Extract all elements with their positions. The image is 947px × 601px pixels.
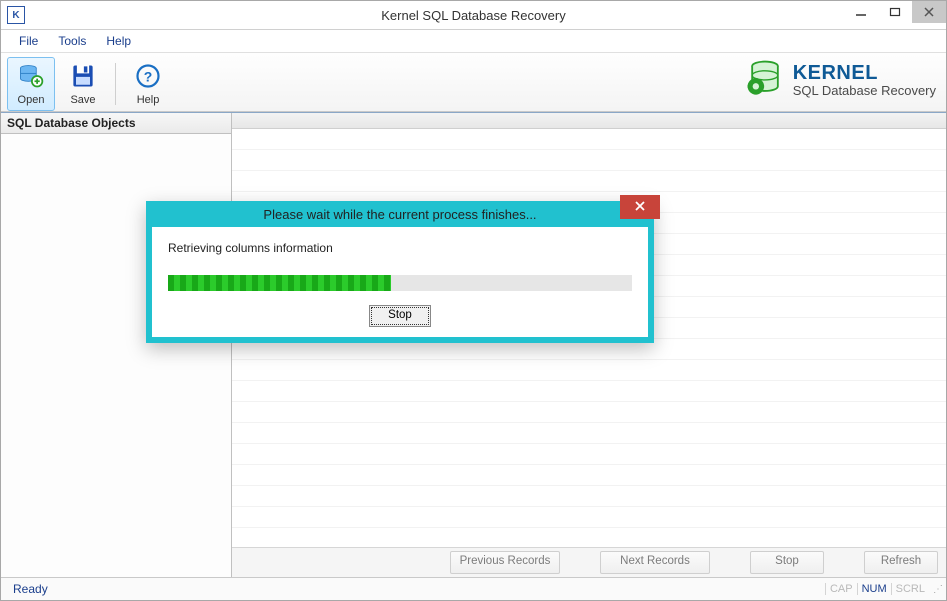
progress-fill (168, 275, 391, 291)
open-button[interactable]: Open (7, 57, 55, 111)
scroll-lock-indicator: SCRL (891, 583, 929, 595)
status-bar: Ready CAP NUM SCRL ⋰ (1, 577, 946, 600)
caps-lock-indicator: CAP (825, 583, 857, 595)
sidebar: SQL Database Objects (1, 113, 232, 577)
app-window: K Kernel SQL Database Recovery File Tool… (0, 0, 947, 601)
database-open-icon (16, 62, 46, 93)
save-button[interactable]: Save (59, 57, 107, 111)
menu-help[interactable]: Help (98, 32, 139, 50)
brand-title: KERNEL (793, 63, 936, 84)
dialog-button-row: Stop (168, 305, 632, 327)
status-text: Ready (5, 582, 48, 596)
previous-records-button[interactable]: Previous Records (450, 551, 560, 574)
minimize-button[interactable] (844, 1, 878, 23)
toolbar-group: Open Save ? (1, 52, 178, 113)
next-records-button[interactable]: Next Records (600, 551, 710, 574)
menu-tools[interactable]: Tools (50, 32, 94, 50)
stop-button[interactable]: Stop (750, 551, 824, 574)
window-controls (844, 1, 946, 23)
num-lock-indicator: NUM (857, 583, 891, 595)
app-icon: K (7, 6, 25, 24)
help-label: Help (137, 94, 160, 106)
content-panel: Previous Records Next Records Stop Refre… (232, 113, 946, 577)
maximize-button[interactable] (878, 1, 912, 23)
close-button[interactable] (912, 1, 946, 23)
sidebar-header: SQL Database Objects (1, 113, 231, 134)
menu-bar: File Tools Help (1, 30, 946, 52)
dialog-title: Please wait while the current process fi… (263, 207, 536, 222)
refresh-button[interactable]: Refresh (864, 551, 938, 574)
save-label: Save (70, 94, 95, 106)
toolbar-separator (115, 63, 116, 105)
dialog-body: Retrieving columns information Stop (152, 227, 648, 337)
save-icon (68, 62, 98, 93)
dialog-close-button[interactable] (620, 195, 660, 219)
close-icon (634, 200, 646, 215)
brand-text: KERNEL SQL Database Recovery (793, 63, 936, 98)
toolbar: Open Save ? (1, 52, 946, 112)
open-label: Open (18, 94, 45, 106)
content-header-strip (232, 113, 946, 129)
window-title: Kernel SQL Database Recovery (1, 8, 946, 23)
brand-logo-icon (743, 57, 787, 104)
title-bar: K Kernel SQL Database Recovery (1, 1, 946, 30)
svg-text:?: ? (144, 68, 153, 84)
progress-dialog: Please wait while the current process fi… (146, 201, 654, 343)
brand: KERNEL SQL Database Recovery (743, 57, 936, 104)
progress-bar (168, 275, 632, 291)
brand-subtitle: SQL Database Recovery (793, 84, 936, 98)
menu-file[interactable]: File (11, 32, 46, 50)
help-icon: ? (133, 62, 163, 93)
resize-grip-icon[interactable]: ⋰ (933, 584, 942, 595)
status-indicators: CAP NUM SCRL ⋰ (825, 583, 942, 595)
pagination-bar: Previous Records Next Records Stop Refre… (232, 547, 946, 577)
dialog-title-bar: Please wait while the current process fi… (146, 201, 654, 227)
main-area: SQL Database Objects Previous Records Ne… (1, 112, 946, 577)
help-button[interactable]: ? Help (124, 57, 172, 111)
dialog-message: Retrieving columns information (168, 241, 632, 255)
dialog-stop-button[interactable]: Stop (369, 305, 431, 327)
